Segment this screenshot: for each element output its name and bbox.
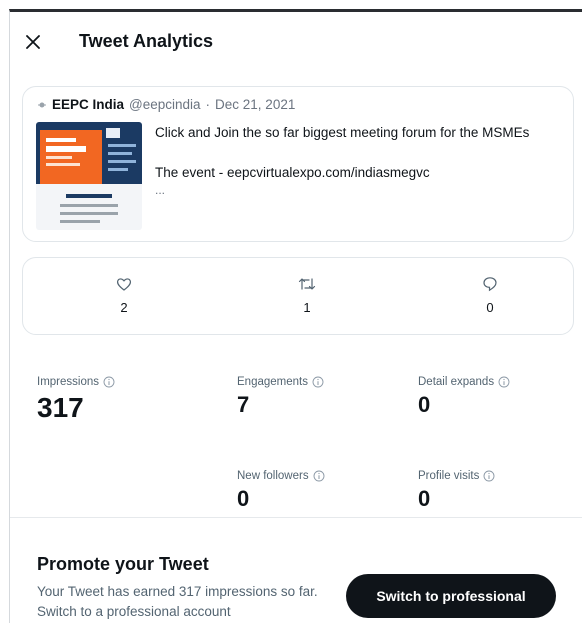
- engagement-metrics-card: 2 1 0: [22, 257, 574, 335]
- profile-visits-value: 0: [418, 486, 431, 511]
- engagements-value: 7: [237, 392, 250, 417]
- tweet-preview-card[interactable]: EEPC India @eepcindia · Dec 21, 2021 Cli…: [22, 86, 574, 242]
- retweets-metric: 1: [277, 276, 337, 315]
- thumbnail-image: [36, 122, 142, 230]
- close-button[interactable]: [20, 29, 46, 55]
- detail-expands-stat: Detail expands 0: [418, 376, 510, 418]
- tweet-header: EEPC India @eepcindia · Dec 21, 2021: [37, 97, 295, 112]
- new-followers-value: 0: [237, 486, 250, 511]
- author-name[interactable]: EEPC India: [52, 97, 124, 112]
- info-icon[interactable]: [483, 470, 495, 482]
- author-handle: @eepcindia: [129, 97, 201, 112]
- page-title: Tweet Analytics: [79, 31, 214, 51]
- info-icon[interactable]: [498, 376, 510, 388]
- close-icon: [26, 35, 40, 49]
- likes-count: 2: [120, 300, 128, 315]
- replies-count: 0: [486, 300, 494, 315]
- info-icon[interactable]: [313, 470, 325, 482]
- panel-header: Tweet Analytics: [10, 12, 582, 74]
- avatar-icon: [38, 102, 46, 107]
- impressions-value: 317: [37, 392, 84, 423]
- switch-to-professional-button[interactable]: Switch to professional: [346, 574, 556, 618]
- profile-visits-label: Profile visits: [418, 470, 480, 482]
- tweet-ellipsis: ...: [155, 183, 166, 197]
- section-divider: [10, 517, 582, 518]
- tweet-date: Dec 21, 2021: [215, 97, 296, 112]
- promo-text: Your Tweet has earned 317 impressions so…: [37, 584, 318, 619]
- tweet-thumbnail[interactable]: [36, 122, 142, 230]
- replies-metric: 0: [460, 276, 520, 315]
- separator: ·: [205, 97, 211, 112]
- info-icon[interactable]: [103, 376, 115, 388]
- engagements-label: Engagements: [237, 376, 308, 388]
- likes-metric: 2: [94, 276, 154, 315]
- new-followers-label: New followers: [237, 470, 309, 482]
- engagements-stat: Engagements 7: [237, 376, 324, 418]
- impressions-stat: Impressions 317: [37, 376, 115, 424]
- tweet-analytics-panel: Tweet Analytics EEPC India @eepcindia · …: [9, 9, 582, 623]
- retweet-icon: [298, 278, 316, 290]
- heart-icon: [116, 278, 132, 291]
- detail-expands-label: Detail expands: [418, 376, 495, 388]
- tweet-link-line: The event - eepcvirtualexpo.com/indiasme…: [155, 165, 430, 180]
- reply-icon: [483, 277, 497, 292]
- profile-visits-stat: Profile visits 0: [418, 470, 495, 512]
- tweet-text-line: Click and Join the so far biggest meetin…: [155, 125, 530, 140]
- info-icon[interactable]: [312, 376, 324, 388]
- impressions-label: Impressions: [37, 376, 99, 388]
- tweet-text: Click and Join the so far biggest meetin…: [155, 123, 555, 197]
- detail-expands-value: 0: [418, 392, 431, 417]
- new-followers-stat: New followers 0: [237, 470, 325, 512]
- retweets-count: 1: [303, 300, 311, 315]
- promo-title: Promote your Tweet: [37, 554, 209, 574]
